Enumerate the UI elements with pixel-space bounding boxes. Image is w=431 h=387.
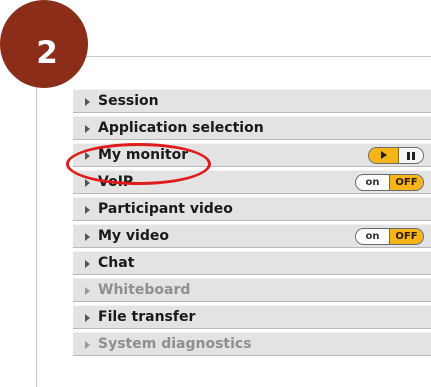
step-number: 2	[36, 35, 58, 71]
panel-label: VoIP	[98, 174, 134, 190]
panel-label: Session	[98, 93, 159, 109]
toggle-on-label[interactable]: on	[356, 175, 389, 190]
panel-label: Chat	[98, 255, 135, 271]
expand-arrow-icon	[85, 179, 90, 187]
panel-label: My video	[98, 228, 169, 244]
panel-label: My monitor	[98, 147, 189, 163]
panel-label: System diagnostics	[98, 336, 252, 352]
expand-arrow-icon	[85, 341, 90, 349]
expand-arrow-icon	[85, 206, 90, 214]
panel-chat[interactable]: Chat	[73, 251, 431, 275]
panel-file-transfer[interactable]: File transfer	[73, 305, 431, 329]
panel-participant-video[interactable]: Participant video	[73, 197, 431, 221]
expand-arrow-icon	[85, 287, 90, 295]
panel-voip[interactable]: VoIP on OFF	[73, 170, 431, 194]
my-video-toggle[interactable]: on OFF	[355, 228, 424, 245]
expand-arrow-icon	[85, 98, 90, 106]
toggle-on-label[interactable]: on	[356, 229, 389, 244]
expand-arrow-icon	[85, 233, 90, 241]
panel-session[interactable]: Session	[73, 89, 431, 113]
panel-my-monitor[interactable]: My monitor	[73, 143, 431, 167]
panel-list: Session Application selection My monitor…	[73, 89, 431, 359]
expand-arrow-icon	[85, 125, 90, 133]
expand-arrow-icon	[85, 260, 90, 268]
toggle-off-label[interactable]: OFF	[389, 175, 423, 190]
panel-label: File transfer	[98, 309, 196, 325]
voip-toggle[interactable]: on OFF	[355, 174, 424, 191]
panel-application-selection[interactable]: Application selection	[73, 116, 431, 140]
pause-icon[interactable]	[399, 148, 423, 163]
step-number-badge: 2	[0, 0, 88, 88]
toggle-off-label[interactable]: OFF	[389, 229, 423, 244]
monitor-playback-control[interactable]	[368, 147, 424, 164]
expand-arrow-icon	[85, 152, 90, 160]
panel-my-video[interactable]: My video on OFF	[73, 224, 431, 248]
panel-system-diagnostics: System diagnostics	[73, 332, 431, 356]
expand-arrow-icon	[85, 314, 90, 322]
panel-label: Participant video	[98, 201, 233, 217]
play-icon[interactable]	[369, 148, 399, 163]
panel-label: Whiteboard	[98, 282, 191, 298]
panel-label: Application selection	[98, 120, 264, 136]
panel-whiteboard: Whiteboard	[73, 278, 431, 302]
